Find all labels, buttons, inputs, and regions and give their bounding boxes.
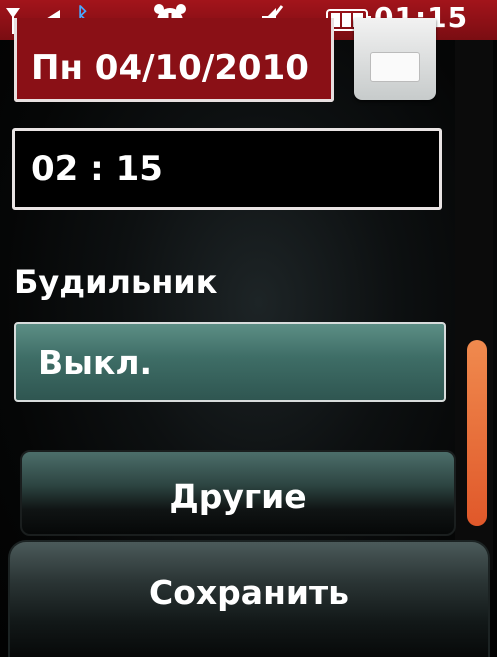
alarm-label: Будильник (14, 263, 218, 301)
alarm-select-value: Выкл. (38, 343, 153, 382)
alarm-select[interactable]: Выкл. (14, 322, 446, 402)
other-button-label: Другие (169, 477, 307, 516)
date-value: Пн 04/10/2010 (31, 48, 309, 88)
scrollbar-thumb[interactable] (467, 340, 487, 526)
other-button[interactable]: Другие (20, 450, 456, 536)
calendar-button[interactable] (354, 18, 436, 100)
phone-screen: ᛒ 01:15 Пн 04/ (0, 0, 497, 657)
time-value: 02 : 15 (31, 149, 163, 189)
save-button-label: Сохранить (149, 573, 349, 612)
time-field[interactable]: 02 : 15 (12, 128, 442, 210)
date-field[interactable]: Пн 04/10/2010 (14, 18, 334, 102)
save-button[interactable]: Сохранить (8, 540, 490, 657)
calendar-icon (370, 52, 420, 82)
